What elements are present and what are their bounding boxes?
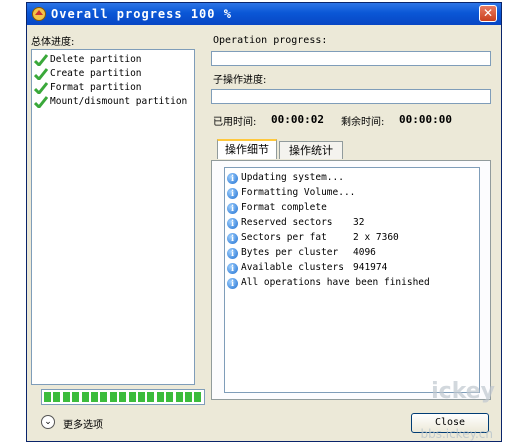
progress-segment (138, 392, 145, 402)
app-icon (32, 7, 46, 21)
tab-panel: i Updating system... i Formatting Volume… (211, 160, 491, 400)
progress-segment (147, 392, 155, 402)
overall-progress-heading: 总体进度: (31, 37, 75, 48)
tab-operation-statistics[interactable]: 操作统计 (279, 141, 343, 159)
info-icon: i (227, 278, 238, 289)
operation-progress-label: Operation progress: (213, 35, 328, 46)
progress-segment (62, 392, 70, 402)
more-options-label[interactable]: 更多选项 (63, 416, 103, 431)
title-bar[interactable]: Overall progress 100 % ✕ (27, 3, 501, 25)
progress-segment (44, 392, 51, 402)
watermark-url: bbs.ickey.cn (420, 427, 493, 441)
close-icon[interactable]: ✕ (479, 5, 497, 22)
progress-segment (81, 392, 89, 402)
sub-progress-label: 子操作进度: (213, 75, 267, 86)
progress-segment (166, 392, 174, 402)
check-icon (34, 82, 48, 94)
dialog-window: Overall progress 100 % ✕ 总体进度: Delete pa… (26, 2, 502, 442)
progress-segment (194, 392, 202, 402)
progress-segment (156, 392, 164, 402)
check-icon (34, 96, 48, 108)
tab-operation-details[interactable]: 操作细节 (217, 139, 277, 159)
progress-segment (175, 392, 183, 402)
sub-progress-field (211, 89, 491, 104)
window-title: Overall progress 100 % (51, 7, 232, 21)
step-label: Mount/dismount partition (50, 96, 188, 107)
info-icon: i (227, 233, 238, 244)
check-icon (34, 54, 48, 66)
progress-segment (53, 392, 61, 402)
progress-segment (100, 392, 108, 402)
watermark-logo: ickey (431, 379, 495, 404)
step-label: Format partition (50, 82, 142, 93)
progress-segment (91, 392, 98, 402)
info-icon: i (227, 263, 238, 274)
progress-segment (128, 392, 136, 402)
step-label: Create partition (50, 68, 142, 79)
info-icon: i (227, 218, 238, 229)
elapsed-time-label: 已用时间: (213, 117, 257, 128)
remaining-time-value: 00:00:00 (399, 113, 452, 126)
info-icon: i (227, 248, 238, 259)
progress-segment (109, 392, 117, 402)
info-icon: i (227, 203, 238, 214)
info-icon: i (227, 188, 238, 199)
step-label: Delete partition (50, 54, 142, 65)
check-icon (34, 68, 48, 80)
progress-segment (72, 392, 80, 402)
chevron-down-icon[interactable]: ⌄ (41, 415, 55, 429)
operation-progress-field (211, 51, 491, 66)
progress-segment (185, 392, 192, 402)
elapsed-time-value: 00:00:02 (271, 113, 324, 126)
info-icon: i (227, 173, 238, 184)
operation-log: i Updating system... i Formatting Volume… (224, 167, 480, 393)
overall-progress-bar (41, 389, 205, 405)
remaining-time-label: 剩余时间: (341, 117, 385, 128)
steps-list: Delete partition Create partition Format… (31, 49, 195, 385)
progress-segment (119, 392, 127, 402)
